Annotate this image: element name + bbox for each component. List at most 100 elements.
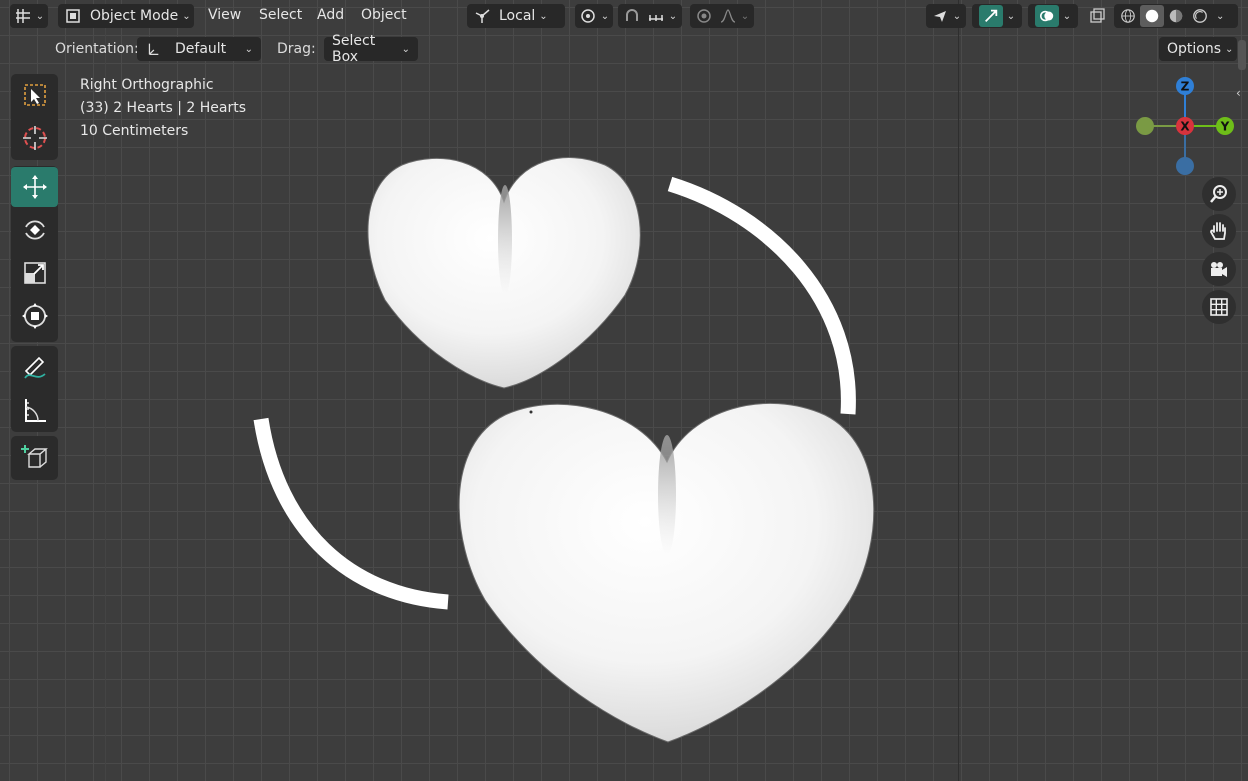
large-heart-cleft	[658, 435, 676, 555]
tool-measure[interactable]	[11, 390, 58, 430]
snap-increment-icon	[648, 15, 663, 21]
tool-add-cube[interactable]	[11, 437, 58, 477]
y-axis-label: Y	[1220, 120, 1230, 134]
overlays-toggle[interactable]	[1034, 5, 1059, 27]
tool-move[interactable]	[11, 167, 58, 207]
chevron-down-icon: ⌄	[668, 10, 678, 22]
snap-button[interactable]: ⌄	[618, 4, 682, 28]
shading-buttons: ⌄	[1114, 4, 1238, 28]
hand-icon	[1210, 222, 1226, 240]
menu-view[interactable]: View	[208, 7, 241, 23]
scene-objects	[253, 157, 875, 743]
tool-rotate[interactable]	[11, 210, 58, 250]
drag-value: Select Box	[332, 33, 376, 65]
select-box-icon	[23, 84, 46, 106]
gizmo-toggle[interactable]	[978, 5, 1003, 27]
options-label: Options	[1167, 41, 1222, 57]
zoom-button[interactable]	[1202, 177, 1236, 211]
orientation-icon	[475, 9, 490, 23]
overlays-button[interactable]: ⌄	[1028, 4, 1078, 28]
mode-dropdown[interactable]: Object Mode ⌄	[58, 4, 194, 28]
rotate-icon	[24, 220, 45, 240]
tool-select-box[interactable]	[11, 75, 58, 115]
z-axis-label: Z	[1181, 80, 1190, 94]
menu-add[interactable]: Add	[317, 7, 344, 23]
orientation-label: Orientation:	[55, 41, 139, 57]
scale-icon	[23, 262, 46, 284]
header-scroll-handle[interactable]	[1238, 40, 1246, 70]
drag-dropdown[interactable]: Select Box ⌄	[324, 33, 418, 65]
pivot-icon	[581, 9, 595, 23]
grid-icon	[1210, 298, 1228, 316]
orientation-dropdown[interactable]: Default ⌄	[137, 37, 261, 61]
chevron-down-icon: ⌄	[401, 43, 410, 55]
visibility-button[interactable]: ⌄	[926, 4, 966, 28]
wireframe-icon	[1121, 9, 1135, 23]
wireframe-shading-button[interactable]	[1116, 5, 1140, 27]
tool-scale[interactable]	[11, 253, 58, 293]
chevron-down-icon[interactable]: ⌄	[1216, 11, 1224, 22]
add-cube-icon	[20, 445, 48, 468]
menu-object[interactable]: Object	[361, 7, 407, 23]
proportional-edit-icon	[697, 9, 711, 23]
object-mode-icon	[66, 9, 80, 23]
material-shading-button[interactable]	[1164, 5, 1188, 27]
solid-sphere-icon	[1145, 9, 1159, 23]
menu-select[interactable]: Select	[259, 7, 302, 23]
orientation-value: Default	[175, 41, 227, 57]
falloff-curve-icon	[720, 9, 736, 23]
right-arc[interactable]	[667, 176, 856, 415]
zoom-magnifier-icon	[1210, 185, 1227, 203]
pan-button[interactable]	[1202, 214, 1236, 248]
xray-icon	[1090, 8, 1105, 23]
editor-type-button[interactable]: ⌄	[10, 4, 48, 28]
left-arc[interactable]	[253, 417, 449, 610]
tool-annotate[interactable]	[11, 347, 58, 387]
pivot-point-button[interactable]: ⌄	[575, 4, 613, 28]
xray-button[interactable]	[1084, 4, 1110, 28]
transform-space-label: Local	[499, 8, 536, 24]
view-name-text: Right Orthographic	[80, 77, 214, 93]
solid-shading-button[interactable]	[1140, 5, 1164, 27]
chevron-down-icon: ⌄	[952, 10, 962, 22]
overlays-icon	[1039, 10, 1054, 22]
origin-marker	[529, 410, 533, 414]
orientation-axes-icon	[148, 43, 159, 55]
tool-cursor[interactable]	[11, 118, 58, 158]
mode-label: Object Mode	[90, 8, 179, 24]
camera-icon	[1211, 262, 1227, 277]
orthographic-toggle-button[interactable]	[1202, 290, 1236, 324]
rendered-sphere-icon	[1193, 9, 1207, 23]
chevron-down-icon: ⌄	[35, 10, 45, 22]
viewport-header: ⌄ Object Mode ⌄ View Select Add Object L…	[0, 0, 1248, 32]
magnet-icon	[625, 9, 638, 21]
options-dropdown[interactable]: Options ⌄	[1159, 37, 1237, 61]
small-heart-cleft	[498, 185, 512, 295]
transform-orientation-dropdown[interactable]: Local ⌄	[467, 4, 565, 28]
selectability-icon	[933, 11, 946, 22]
chevron-down-icon: ⌄	[182, 10, 191, 22]
chevron-down-icon: ⌄	[1006, 10, 1016, 22]
chevron-down-icon: ⌄	[244, 43, 253, 55]
collection-info-text: (33) 2 Hearts | 2 Hearts	[80, 100, 247, 116]
chevron-down-icon: ⌄	[539, 10, 548, 22]
neg-y-axis-handle[interactable]	[1136, 117, 1154, 135]
rendered-shading-button[interactable]	[1188, 5, 1212, 27]
camera-view-button[interactable]	[1202, 252, 1236, 286]
x-axis-label: X	[1180, 120, 1190, 134]
gizmo-button[interactable]: ⌄	[972, 4, 1022, 28]
measure-ruler-icon	[24, 399, 46, 422]
grid-editor-icon	[15, 9, 30, 23]
proportional-editing-button[interactable]: ⌄	[690, 4, 754, 28]
chevron-down-icon: ⌄	[600, 10, 610, 22]
sidebar-expand-arrow-icon[interactable]: ‹	[1236, 86, 1241, 100]
neg-z-axis-handle[interactable]	[1176, 157, 1194, 175]
chevron-down-icon: ⌄	[1062, 10, 1072, 22]
cursor-icon	[22, 126, 47, 150]
scale-info-text: 10 Centimeters	[80, 123, 189, 139]
gizmo-icon	[984, 9, 998, 22]
navigation-gizmo[interactable]: Z Y X	[1130, 74, 1240, 180]
tool-transform[interactable]	[11, 296, 58, 336]
material-sphere-icon	[1169, 9, 1183, 23]
chevron-down-icon: ⌄	[740, 10, 750, 22]
